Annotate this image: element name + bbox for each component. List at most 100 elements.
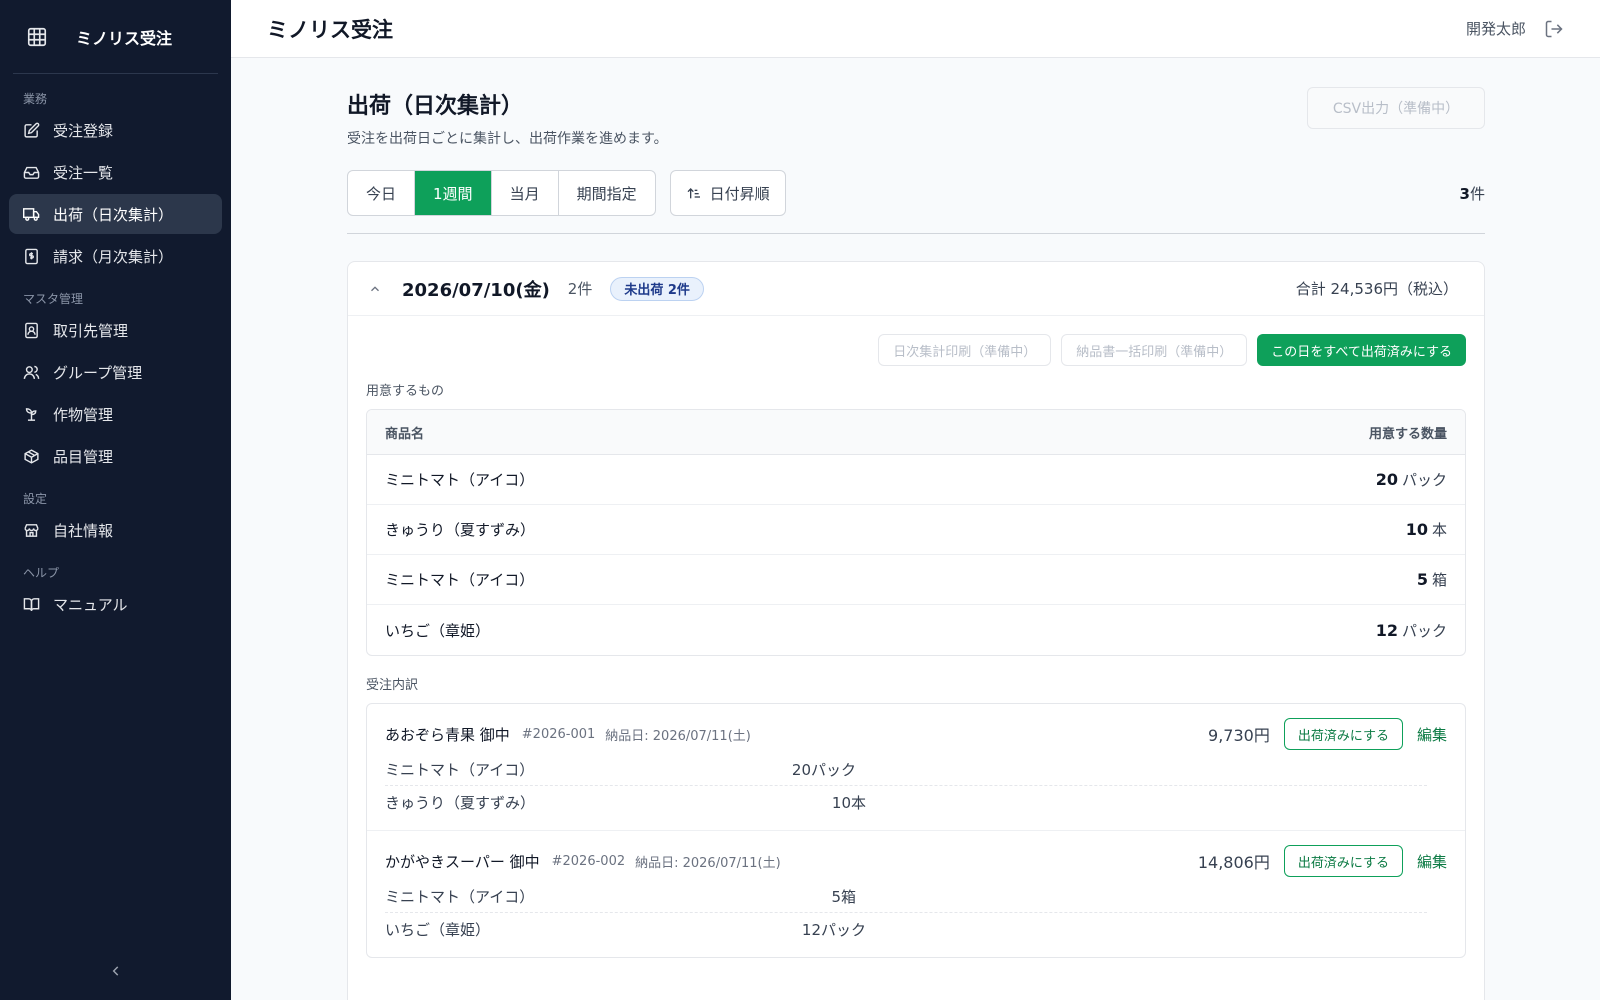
- sidebar-item-items[interactable]: 品目管理: [9, 436, 222, 476]
- product-name: いちご（章姫）: [385, 621, 491, 640]
- prep-qty: 20 パック: [1376, 469, 1447, 490]
- filter-bar: 今日 1週間 当月 期間指定 日付昇順 3件: [347, 170, 1485, 216]
- chevron-left-icon: [112, 966, 118, 976]
- line-product: いちご（章姫）: [385, 920, 491, 939]
- result-count-unit: 件: [1469, 184, 1485, 203]
- line-product: ミニトマト（アイコ）: [385, 761, 535, 779]
- sidebar-item-order-entry[interactable]: 受注登録: [9, 110, 222, 150]
- period-custom[interactable]: 期間指定: [559, 171, 655, 215]
- prep-qty: 12 パック: [1376, 620, 1447, 641]
- grid-icon: [27, 27, 47, 46]
- product-name: ミニトマト（アイコ）: [385, 471, 535, 489]
- order-price: 14,806円: [1197, 853, 1270, 872]
- day-actions: 日次集計印刷（準備中） 納品書一括印刷（準備中） この日をすべて出荷済みにする: [348, 316, 1484, 366]
- delivery-date: 納品日: 2026/07/11(土): [635, 855, 781, 871]
- mark-all-shipped-button[interactable]: この日をすべて出荷済みにする: [1257, 334, 1466, 366]
- sidebar-item-manual[interactable]: マニュアル: [9, 584, 222, 624]
- sidebar-item-label: 受注登録: [53, 121, 114, 140]
- nav-section-label: 業務: [23, 92, 48, 106]
- result-count: 3件: [1460, 183, 1485, 204]
- order-number: #2026-002: [551, 853, 626, 869]
- period-month[interactable]: 当月: [492, 171, 559, 215]
- sidebar-item-label: 作物管理: [53, 405, 114, 424]
- sidebar: ミノリス受注 業務 受注登録 受注一覧 出荷（日次集計） 請求（月次集計） マス…: [0, 0, 231, 1000]
- day-group-card: 2026/07/10(金) 2件 未出荷 2件 合計 24,536円（税込） 日…: [347, 261, 1485, 1000]
- qty-value: 10: [1405, 520, 1428, 539]
- table-row: ミニトマト（アイコ） 20 パック: [367, 455, 1465, 505]
- qty-unit: パック: [1401, 621, 1447, 640]
- customer-name: かがやきスーパー 御中: [385, 852, 540, 871]
- edit-icon: [24, 122, 40, 138]
- topbar-title: ミノリス受注: [267, 17, 393, 42]
- book-icon: [23, 597, 40, 611]
- daily-print-button[interactable]: 日次集計印刷（準備中）: [878, 334, 1052, 366]
- sidebar-item-crops[interactable]: 作物管理: [9, 394, 222, 434]
- order-line: きゅうり（夏すずみ） 10本: [385, 786, 866, 818]
- table-row: ミニトマト（アイコ） 5箱: [367, 555, 1465, 605]
- order-lines: ミニトマト（アイコ） 20パック きゅうり（夏すずみ） 10本: [385, 754, 1447, 818]
- topbar: ミノリス受注 開発太郎: [231, 0, 1600, 58]
- period-week[interactable]: 1週間: [415, 171, 492, 215]
- app-name: ミノリス受注: [76, 28, 173, 48]
- csv-export-button[interactable]: CSV出力（準備中）: [1307, 87, 1485, 129]
- line-product: きゅうり（夏すずみ）: [385, 793, 536, 812]
- table-header: 商品名 用意する数量: [367, 410, 1465, 455]
- order-line: ミニトマト（アイコ） 20パック: [385, 754, 1427, 786]
- period-today[interactable]: 今日: [348, 171, 416, 215]
- order-actions: 9,730円 出荷済みにする 編集: [1208, 718, 1447, 750]
- brand[interactable]: ミノリス受注: [13, 0, 218, 74]
- prep-qty: 5箱: [1417, 569, 1447, 590]
- prep-qty: 10 本: [1406, 519, 1447, 540]
- sidebar-item-company[interactable]: 自社情報: [9, 510, 222, 550]
- line-qty: 20パック: [791, 761, 856, 779]
- product-name: ミニトマト（アイコ）: [385, 571, 535, 589]
- page-header: 出荷（日次集計） 受注を出荷日ごとに集計し、出荷作業を進めます。 CSV出力（準…: [347, 58, 1485, 168]
- edit-link[interactable]: 編集: [1417, 724, 1447, 745]
- nav-section-label: ヘルプ: [23, 566, 60, 580]
- inbox-icon: [23, 166, 40, 179]
- sidebar-item-clients[interactable]: 取引先管理: [9, 310, 222, 350]
- status-badge: 未出荷 2件: [610, 276, 704, 301]
- sidebar-item-order-list[interactable]: 受注一覧: [9, 152, 222, 192]
- sidebar-item-label: 出荷（日次集計）: [53, 205, 174, 224]
- mark-shipped-button[interactable]: 出荷済みにする: [1283, 845, 1403, 877]
- line-qty: 10本: [831, 793, 866, 812]
- sort-ascending-icon: [687, 188, 700, 199]
- sidebar-item-label: 受注一覧: [53, 163, 114, 182]
- sidebar-item-label: 品目管理: [53, 447, 114, 466]
- col-prep-qty: 用意する数量: [1368, 426, 1447, 442]
- users-icon: [23, 365, 40, 379]
- qty-value: 12: [1375, 620, 1398, 640]
- order-lines: ミニトマト（アイコ） 5箱 いちご（章姫） 12パック: [385, 881, 1447, 945]
- sort-button[interactable]: 日付昇順: [669, 170, 786, 216]
- invoice-icon: [25, 248, 38, 264]
- result-count-value: 3: [1459, 184, 1470, 203]
- qty-unit: パック: [1401, 471, 1447, 489]
- qty-value: 5: [1416, 570, 1428, 589]
- package-icon: [24, 448, 39, 464]
- logout-icon[interactable]: [1544, 19, 1564, 39]
- contact-icon: [25, 322, 38, 338]
- day-group-header[interactable]: 2026/07/10(金) 2件 未出荷 2件 合計 24,536円（税込）: [348, 262, 1484, 316]
- sidebar-item-label: 取引先管理: [53, 321, 129, 340]
- col-product-name: 商品名: [385, 426, 425, 442]
- user-name: 開発太郎: [1465, 20, 1526, 38]
- sidebar-item-billing[interactable]: 請求（月次集計）: [9, 236, 222, 276]
- sidebar-item-groups[interactable]: グループ管理: [9, 352, 222, 392]
- prep-section-label: 用意するもの: [366, 384, 445, 399]
- order-line: いちご（章姫） 12パック: [385, 913, 866, 945]
- orders-list: あおぞら青果 御中 #2026-001 納品日: 2026/07/11(土) 9…: [366, 703, 1466, 958]
- chevron-up-icon[interactable]: [368, 282, 382, 296]
- order-card: かがやきスーパー 御中 #2026-002 納品日: 2026/07/11(土)…: [367, 831, 1465, 957]
- edit-link[interactable]: 編集: [1417, 851, 1447, 872]
- sidebar-item-shipping[interactable]: 出荷（日次集計）: [9, 194, 222, 234]
- product-name: きゅうり（夏すずみ）: [385, 521, 536, 539]
- line-qty: 5箱: [831, 888, 856, 906]
- day-total: 合計 24,536円（税込）: [1295, 280, 1458, 298]
- order-card: あおぞら青果 御中 #2026-001 納品日: 2026/07/11(土) 9…: [367, 704, 1465, 831]
- bulk-delivery-print-button[interactable]: 納品書一括印刷（準備中）: [1061, 334, 1248, 366]
- sort-label: 日付昇順: [709, 184, 770, 203]
- sidebar-item-label: 自社情報: [53, 521, 114, 540]
- mark-shipped-button[interactable]: 出荷済みにする: [1283, 718, 1403, 750]
- collapse-sidebar-button[interactable]: [0, 963, 231, 982]
